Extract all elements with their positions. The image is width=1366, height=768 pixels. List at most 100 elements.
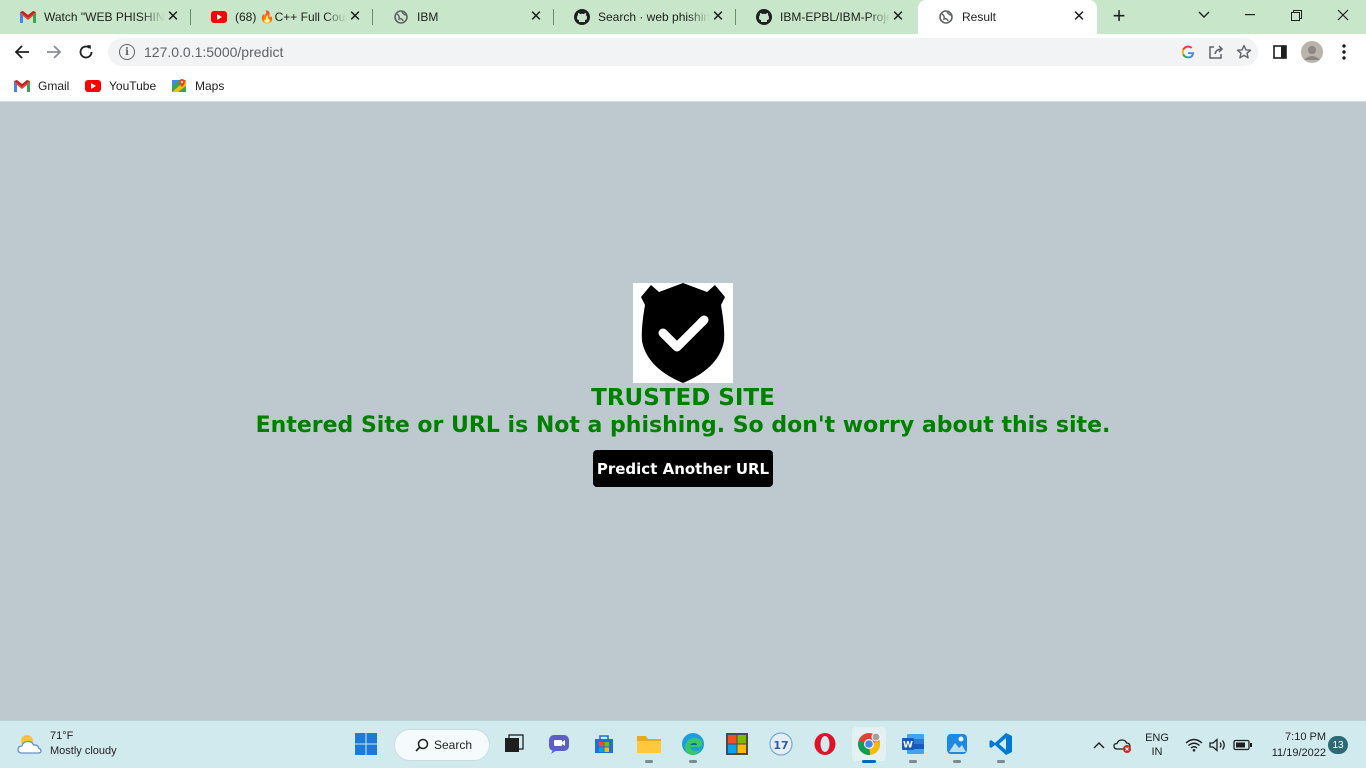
minimize-icon bbox=[1245, 14, 1255, 16]
bookmarks-bar: Gmail YouTube Maps bbox=[0, 70, 1366, 102]
taskbar-clock[interactable]: 7:10 PM 11/19/2022 bbox=[1262, 729, 1326, 761]
edge-icon bbox=[682, 733, 704, 755]
tab-strip: Watch "WEB PHISHING ✕ (68) 🔥C++ Full Cou… bbox=[0, 0, 1366, 34]
weather-widget[interactable]: 71°F Mostly cloudy bbox=[16, 729, 117, 759]
side-panel-button[interactable] bbox=[1266, 38, 1294, 66]
chat-icon bbox=[549, 735, 569, 754]
result-title: TRUSTED SITE bbox=[591, 385, 775, 411]
close-icon bbox=[1337, 9, 1349, 21]
task-view-icon bbox=[505, 734, 524, 752]
start-button[interactable] bbox=[349, 727, 383, 761]
bookmark-label: YouTube bbox=[109, 79, 157, 93]
back-button[interactable] bbox=[8, 38, 36, 66]
tab-github-project[interactable]: IBM-EPBL/IBM-Project ✕ bbox=[736, 0, 916, 34]
language-region: IN bbox=[1151, 746, 1163, 758]
close-icon[interactable]: ✕ bbox=[347, 9, 363, 25]
page-content: TRUSTED SITE Entered Site or URL is Not … bbox=[0, 102, 1366, 720]
minimize-button[interactable] bbox=[1227, 0, 1273, 30]
gmail-icon bbox=[20, 9, 36, 25]
taskbar-search-label: Search bbox=[434, 738, 473, 752]
calendar-icon: 17 bbox=[769, 732, 793, 756]
bookmark-star-icon[interactable] bbox=[1230, 38, 1258, 66]
tab-github-search[interactable]: Search · web phishing ✕ bbox=[554, 0, 736, 34]
volume-status[interactable] bbox=[1207, 721, 1229, 768]
globe-icon bbox=[938, 9, 954, 25]
store-app[interactable] bbox=[587, 727, 621, 761]
profile-avatar[interactable] bbox=[1298, 38, 1326, 66]
tab-ibm[interactable]: IBM ✕ bbox=[373, 0, 554, 34]
opera-app[interactable] bbox=[808, 727, 842, 761]
chevron-down-icon bbox=[1198, 11, 1210, 18]
weather-temp: 71°F bbox=[50, 730, 74, 742]
google-icon[interactable] bbox=[1174, 38, 1202, 66]
tab-youtube-course[interactable]: (68) 🔥C++ Full Course ✕ bbox=[191, 0, 373, 34]
side-panel-icon bbox=[1273, 45, 1287, 59]
onedrive-status[interactable] bbox=[1112, 721, 1134, 768]
bookmark-gmail[interactable]: Gmail bbox=[14, 76, 69, 96]
running-indicator bbox=[645, 760, 653, 763]
notification-badge[interactable]: 13 bbox=[1328, 736, 1348, 754]
site-info-icon[interactable]: i bbox=[119, 44, 135, 60]
photos-app[interactable] bbox=[940, 727, 974, 763]
wifi-status[interactable] bbox=[1183, 721, 1205, 768]
reload-button[interactable] bbox=[72, 38, 100, 66]
close-icon[interactable]: ✕ bbox=[710, 9, 726, 25]
restore-button[interactable] bbox=[1273, 0, 1319, 30]
edge-app[interactable] bbox=[676, 727, 710, 763]
show-hidden-icons-button[interactable] bbox=[1090, 721, 1108, 768]
bookmark-label: Maps bbox=[195, 79, 225, 93]
chrome-icon bbox=[858, 732, 881, 756]
close-icon[interactable]: ✕ bbox=[528, 9, 544, 25]
tab-search-button[interactable] bbox=[1181, 0, 1227, 30]
microsoft-store-app[interactable] bbox=[720, 727, 754, 761]
battery-status[interactable] bbox=[1231, 721, 1255, 768]
vscode-app[interactable] bbox=[984, 727, 1018, 763]
tab-title: IBM-EPBL/IBM-Project bbox=[780, 10, 890, 24]
url-text[interactable]: 127.0.0.1:5000/predict bbox=[144, 44, 1174, 60]
browser-toolbar: i 127.0.0.1:5000/predict bbox=[0, 34, 1366, 70]
chat-app[interactable] bbox=[543, 727, 577, 761]
running-indicator bbox=[862, 760, 876, 763]
calendar-app[interactable]: 17 bbox=[764, 727, 798, 761]
opera-icon bbox=[814, 733, 836, 755]
gmail-icon bbox=[14, 78, 30, 94]
bookmark-maps[interactable]: Maps bbox=[171, 76, 224, 96]
new-tab-button[interactable]: + bbox=[1107, 5, 1131, 29]
svg-text:W: W bbox=[903, 741, 913, 751]
tab-result[interactable]: Result ✕ bbox=[918, 0, 1097, 34]
address-bar[interactable]: i 127.0.0.1:5000/predict bbox=[108, 38, 1258, 66]
maps-icon bbox=[171, 78, 187, 94]
close-window-button[interactable] bbox=[1320, 0, 1366, 30]
taskbar-search[interactable]: Search bbox=[394, 729, 490, 761]
close-icon[interactable]: ✕ bbox=[1071, 9, 1087, 25]
word-app[interactable]: W bbox=[896, 727, 930, 763]
bookmark-youtube[interactable]: YouTube bbox=[85, 76, 156, 96]
tab-gmail-watch[interactable]: Watch "WEB PHISHING ✕ bbox=[0, 0, 191, 34]
close-icon[interactable]: ✕ bbox=[165, 9, 181, 25]
language-indicator[interactable]: ENG IN bbox=[1138, 721, 1176, 768]
share-icon[interactable] bbox=[1202, 38, 1230, 66]
github-icon bbox=[756, 9, 772, 25]
language-code: ENG bbox=[1145, 732, 1169, 744]
more-vert-icon bbox=[1342, 44, 1346, 60]
windows-taskbar: 71°F Mostly cloudy Search 17 W ENG IN 7:… bbox=[0, 720, 1366, 768]
chrome-menu-button[interactable] bbox=[1330, 38, 1358, 66]
chrome-app[interactable] bbox=[852, 727, 886, 763]
running-indicator bbox=[953, 760, 961, 763]
restore-icon bbox=[1290, 9, 1302, 21]
file-explorer-app[interactable] bbox=[632, 727, 666, 763]
running-indicator bbox=[997, 760, 1005, 763]
tab-title: (68) 🔥C++ Full Course bbox=[235, 10, 347, 24]
vscode-icon bbox=[989, 733, 1012, 755]
forward-button[interactable] bbox=[40, 38, 68, 66]
cloudy-weather-icon bbox=[17, 735, 42, 754]
search-icon bbox=[415, 738, 429, 752]
close-icon[interactable]: ✕ bbox=[890, 9, 906, 25]
globe-icon bbox=[393, 9, 409, 25]
task-view-button[interactable] bbox=[497, 727, 531, 761]
tab-title: Watch "WEB PHISHING bbox=[44, 10, 165, 24]
shield-check-icon bbox=[641, 283, 725, 383]
svg-text:17: 17 bbox=[773, 739, 788, 752]
predict-another-url-button[interactable]: Predict Another URL bbox=[593, 450, 773, 487]
word-icon: W bbox=[902, 734, 924, 754]
